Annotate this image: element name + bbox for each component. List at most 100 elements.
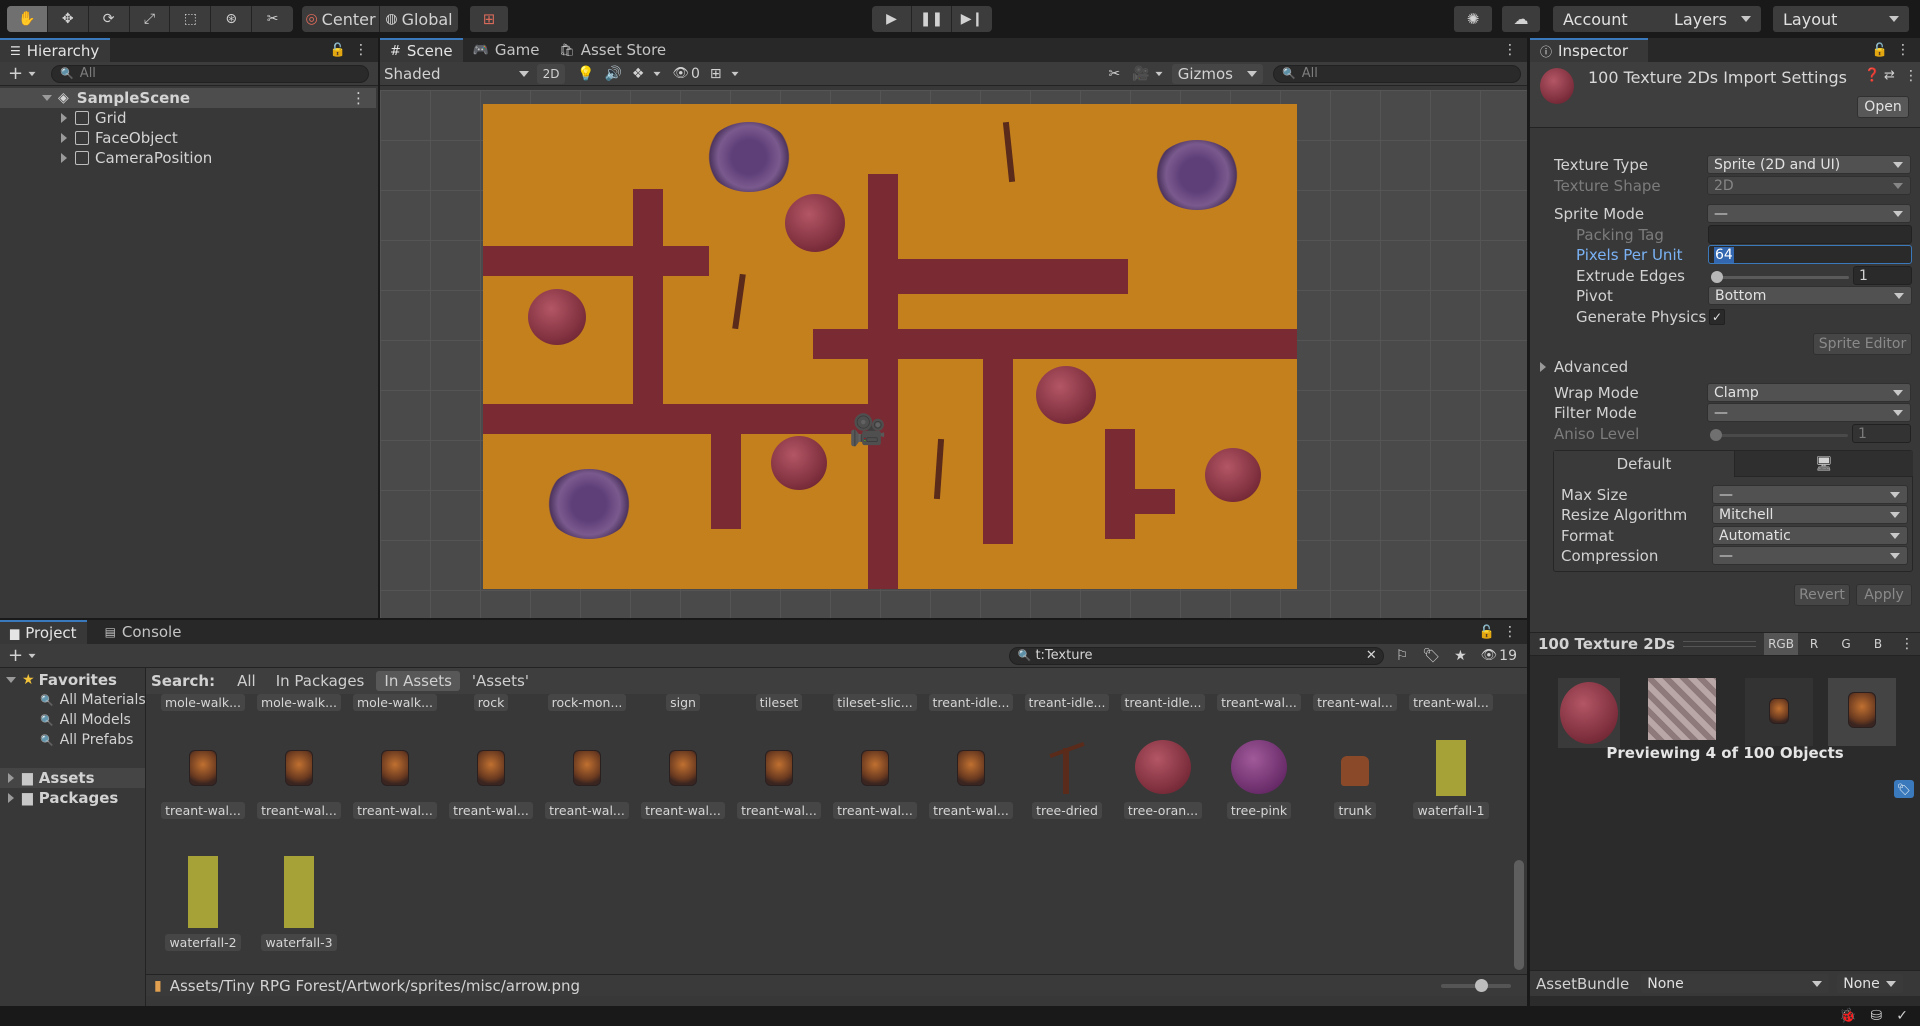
tab-console[interactable]: ▤ Console [95,620,192,644]
lock-icon[interactable]: 🔓 [1872,43,1888,58]
rotate-tool-icon[interactable]: ⟳ [89,6,130,32]
favorites-row[interactable]: ★ Favorites [0,670,145,690]
custom-tool-icon[interactable]: ✂ [252,6,293,32]
asset-item[interactable]: tree-dried [1022,740,1112,822]
compression-dropdown[interactable]: — [1712,546,1908,565]
expand-arrow-icon[interactable] [61,153,67,163]
sprite-mode-dropdown[interactable]: — [1707,204,1911,223]
rect-tool-icon[interactable]: ⬚ [170,6,212,32]
expand-arrow-icon[interactable] [8,793,14,803]
max-size-dropdown[interactable]: — [1712,485,1908,504]
scale-tool-icon[interactable]: ⤢ [130,6,171,32]
hierarchy-item[interactable]: CameraPosition [0,148,376,168]
chevron-down-icon[interactable] [28,653,36,658]
clear-search-icon[interactable]: ✕ [1366,648,1377,663]
pixels-per-unit-field[interactable]: 64 [1708,245,1912,264]
lock-icon[interactable]: 🔓 [1479,625,1495,640]
scrollbar-thumb[interactable] [1514,860,1524,970]
favorite-item[interactable]: 🔍 All Models [0,710,145,730]
asset-grid-scrollbar[interactable] [1514,700,1524,972]
asset-item[interactable]: treant-wal... [1406,694,1496,714]
scene-menu-icon[interactable]: ⋮ [351,89,366,107]
asset-item[interactable]: treant-wal... [254,740,344,822]
asset-item[interactable]: sign [638,694,728,714]
cloud-button[interactable]: ☁ [1502,6,1540,32]
asset-item[interactable]: treant-idle... [1118,694,1208,714]
camera-icon[interactable]: 🎥 [1132,66,1149,82]
lock-icon[interactable]: 🔓 [330,43,346,58]
asset-item[interactable]: treant-wal... [350,740,440,822]
favorite-star-icon[interactable]: ★ [1454,648,1467,664]
grid-snapping-icon[interactable]: ⊞ [710,66,722,82]
search-by-type-icon[interactable]: ⚐ [1396,648,1409,664]
kebab-menu-icon[interactable]: ⋮ [354,42,368,58]
expand-arrow-icon[interactable] [61,133,67,143]
scene-search-input[interactable]: 🔍 All [1273,64,1521,83]
asset-item[interactable]: trunk [1310,740,1400,822]
extrude-edges-field[interactable]: 1 [1853,266,1912,285]
layout-dropdown[interactable]: Layout [1773,6,1909,32]
asset-item[interactable]: treant-wal... [542,740,632,822]
scope-packages-tab[interactable]: In Packages [268,671,373,691]
kebab-menu-icon[interactable]: ⋮ [1896,42,1910,58]
chevron-down-icon[interactable] [653,71,661,76]
tab-game[interactable]: 🎮 Game [463,38,550,62]
services-button[interactable]: ✺ [1454,6,1492,32]
asset-labels-icon[interactable]: 🏷 [1894,780,1914,798]
scope-assets-tab[interactable]: In Assets [376,671,460,691]
chevron-down-icon[interactable] [28,71,36,76]
expand-arrow-icon[interactable] [61,113,67,123]
tab-platform-standalone[interactable]: 🖥 [1734,451,1913,477]
asset-item[interactable]: treant-idle... [926,694,1016,714]
expand-arrow-icon[interactable] [6,677,16,683]
filter-mode-dropdown[interactable]: — [1707,403,1911,422]
lighting-icon[interactable]: 💡 [577,66,594,82]
tab-project[interactable]: ▆ Project [0,620,87,644]
grid-snap-button[interactable]: ⊞ [470,6,508,32]
asset-item[interactable]: waterfall-1 [1406,740,1496,822]
asset-item[interactable]: treant-wal... [446,740,536,822]
texture-type-dropdown[interactable]: Sprite (2D and UI) [1707,155,1911,174]
asset-item[interactable]: tree-pink [1214,740,1304,822]
format-dropdown[interactable]: Automatic [1712,526,1908,545]
asset-item[interactable]: treant-wal... [926,740,1016,822]
move-tool-icon[interactable]: ✥ [48,6,89,32]
asset-item[interactable]: tileset-slic... [830,694,920,714]
add-icon[interactable]: + [8,645,23,666]
wrap-mode-dropdown[interactable]: Clamp [1707,383,1911,402]
tab-platform-default[interactable]: Default [1554,451,1734,477]
pivot-center-button[interactable]: ◎ Center [302,6,380,32]
play-button[interactable]: ▶ [872,6,912,32]
label-tag-icon[interactable]: 🏷 [1422,648,1440,664]
packages-folder-row[interactable]: ▆ Packages [0,788,145,808]
asset-item[interactable]: tree-oran... [1118,740,1208,822]
tools-icon[interactable]: ✂ [1109,66,1121,82]
transform-tool-icon[interactable]: ⊛ [211,6,253,32]
channel-rgb-button[interactable]: RGB [1764,633,1798,655]
scope-folder-tab[interactable]: 'Assets' [464,671,537,691]
expand-arrow-icon[interactable] [42,95,52,101]
expand-arrow-icon[interactable] [8,773,14,783]
advanced-foldout[interactable]: Advanced [1540,357,1628,377]
pause-button[interactable]: ❚❚ [912,6,952,32]
tab-scene[interactable]: # Scene [380,38,463,62]
thumbnail-size-slider[interactable] [1441,978,1511,992]
kebab-menu-icon[interactable]: ⋮ [1503,42,1517,58]
audio-icon[interactable]: 🔊 [604,66,621,82]
asset-item[interactable]: rock-mon... [542,694,632,714]
kebab-menu-icon[interactable]: ⋮ [1904,68,1918,84]
camera-gizmo-icon[interactable]: 🎥 [845,413,891,448]
project-search-input[interactable]: 🔍 t:Texture ✕ [1008,646,1384,665]
add-icon[interactable]: + [8,63,23,84]
chevron-down-icon[interactable] [731,71,739,76]
channel-b-button[interactable]: B [1862,633,1894,655]
chevron-down-icon[interactable] [1155,71,1163,76]
asset-item[interactable]: treant-wal... [830,740,920,822]
cache-server-icon[interactable]: ⛁ [1871,1008,1883,1024]
scope-all-tab[interactable]: All [229,671,264,691]
channel-g-button[interactable]: G [1830,633,1862,655]
asset-item[interactable]: treant-wal... [1310,694,1400,714]
slider-handle[interactable] [1711,271,1723,283]
preview-drag-handle[interactable] [1683,641,1756,647]
hidden-packages-icon[interactable]: 👁 [1481,648,1498,663]
